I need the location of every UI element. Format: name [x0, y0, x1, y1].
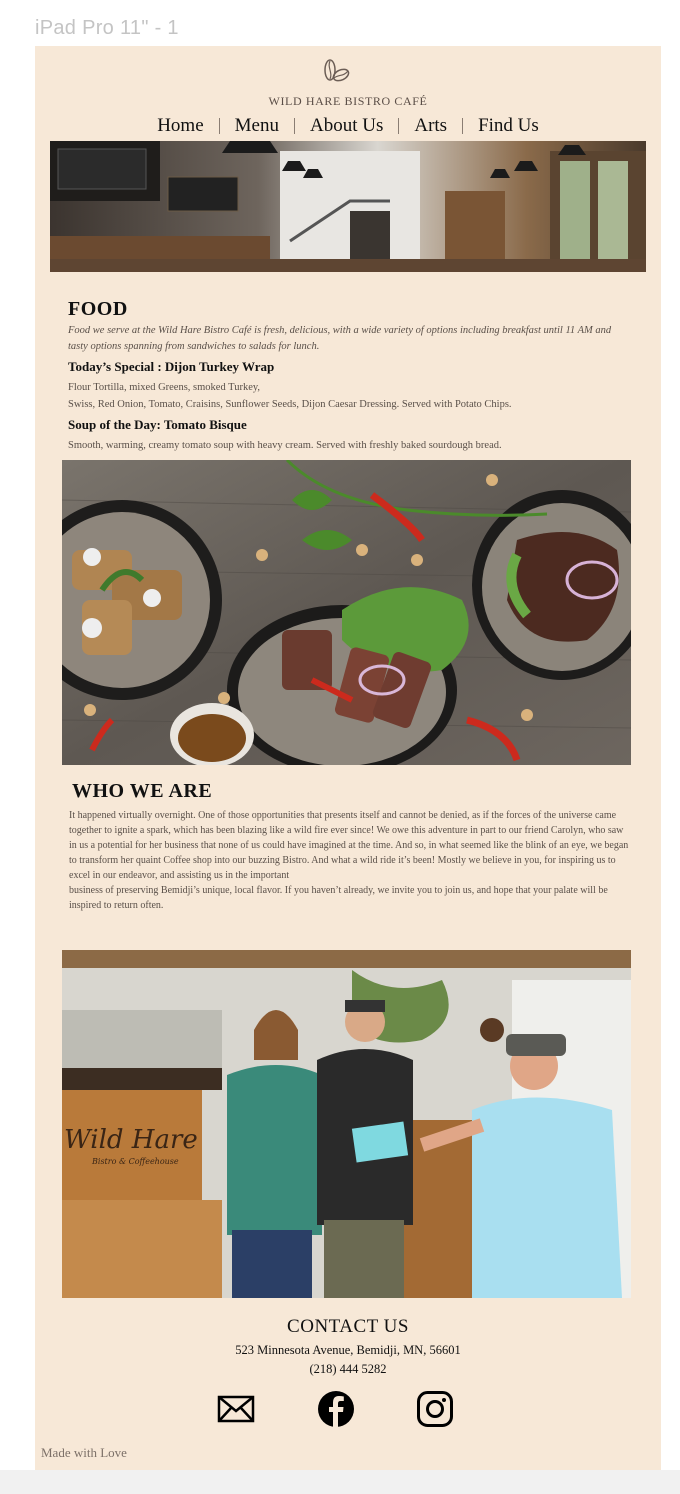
nav-arts[interactable]: Arts: [399, 115, 462, 137]
special-ingredients-line-2: Swiss, Red Onion, Tomato, Craisins, Sunf…: [68, 399, 512, 410]
food-intro-text: Food we serve at the Wild Hare Bistro Ca…: [68, 325, 612, 352]
instagram-link[interactable]: [416, 1390, 454, 1428]
sign-text: Wild Hare: [64, 1125, 198, 1155]
who-we-are-paragraph-1: It happened virtually overnight. One of …: [69, 810, 629, 881]
brand-name: WILD HARE BISTRO CAFÉ: [268, 94, 428, 108]
sign-subtext: Bistro & Coffeehouse: [91, 1157, 179, 1166]
special-ingredients-line-1: Flour Tortilla, mixed Greens, smoked Tur…: [68, 382, 261, 393]
soup-description: Smooth, warming, creamy tomato soup with…: [68, 440, 502, 451]
contact-us-title: CONTACT US: [287, 1316, 409, 1337]
who-we-are-text: It happened virtually overnight. One of …: [69, 808, 629, 913]
coffee-bean-logo-icon: [324, 59, 350, 82]
page-canvas: WILD HARE BISTRO CAFÉ Home Menu About Us…: [35, 46, 661, 1470]
todays-special-title: Today’s Special : Dijon Turkey Wrap: [68, 359, 275, 374]
soup-of-the-day-title: Soup of the Day: Tomato Bisque: [68, 417, 247, 432]
food-dishes-image: [62, 460, 631, 765]
contact-phone: (218) 444 5282: [309, 1362, 387, 1376]
facebook-link[interactable]: [317, 1390, 355, 1428]
nav-about-us[interactable]: About Us: [295, 115, 398, 137]
contact-address: 523 Minnesota Avenue, Bemidji, MN, 56601: [235, 1343, 461, 1357]
facebook-icon: [318, 1391, 354, 1427]
nav-menu[interactable]: Menu: [220, 115, 294, 137]
mail-icon: [217, 1395, 255, 1423]
team-photo-image: Wild Hare Bistro & Coffeehouse: [62, 950, 631, 1298]
frame-label: iPad Pro 11" - 1: [35, 17, 179, 39]
instagram-icon: [417, 1391, 453, 1427]
who-we-are-title: WHO WE ARE: [72, 780, 213, 802]
bottom-scroll-area: [0, 1470, 680, 1494]
nav-home[interactable]: Home: [142, 115, 218, 137]
food-section-title: FOOD: [68, 298, 128, 320]
main-nav: Home Menu About Us Arts Find Us: [35, 115, 661, 137]
hero-cafe-interior-image: [50, 141, 646, 272]
nav-find-us[interactable]: Find Us: [463, 115, 554, 137]
who-we-are-paragraph-2: business of preserving Bemidji’s unique,…: [69, 885, 608, 911]
mail-link[interactable]: [217, 1390, 255, 1428]
footer-made-with-love: Made with Love: [41, 1445, 127, 1460]
